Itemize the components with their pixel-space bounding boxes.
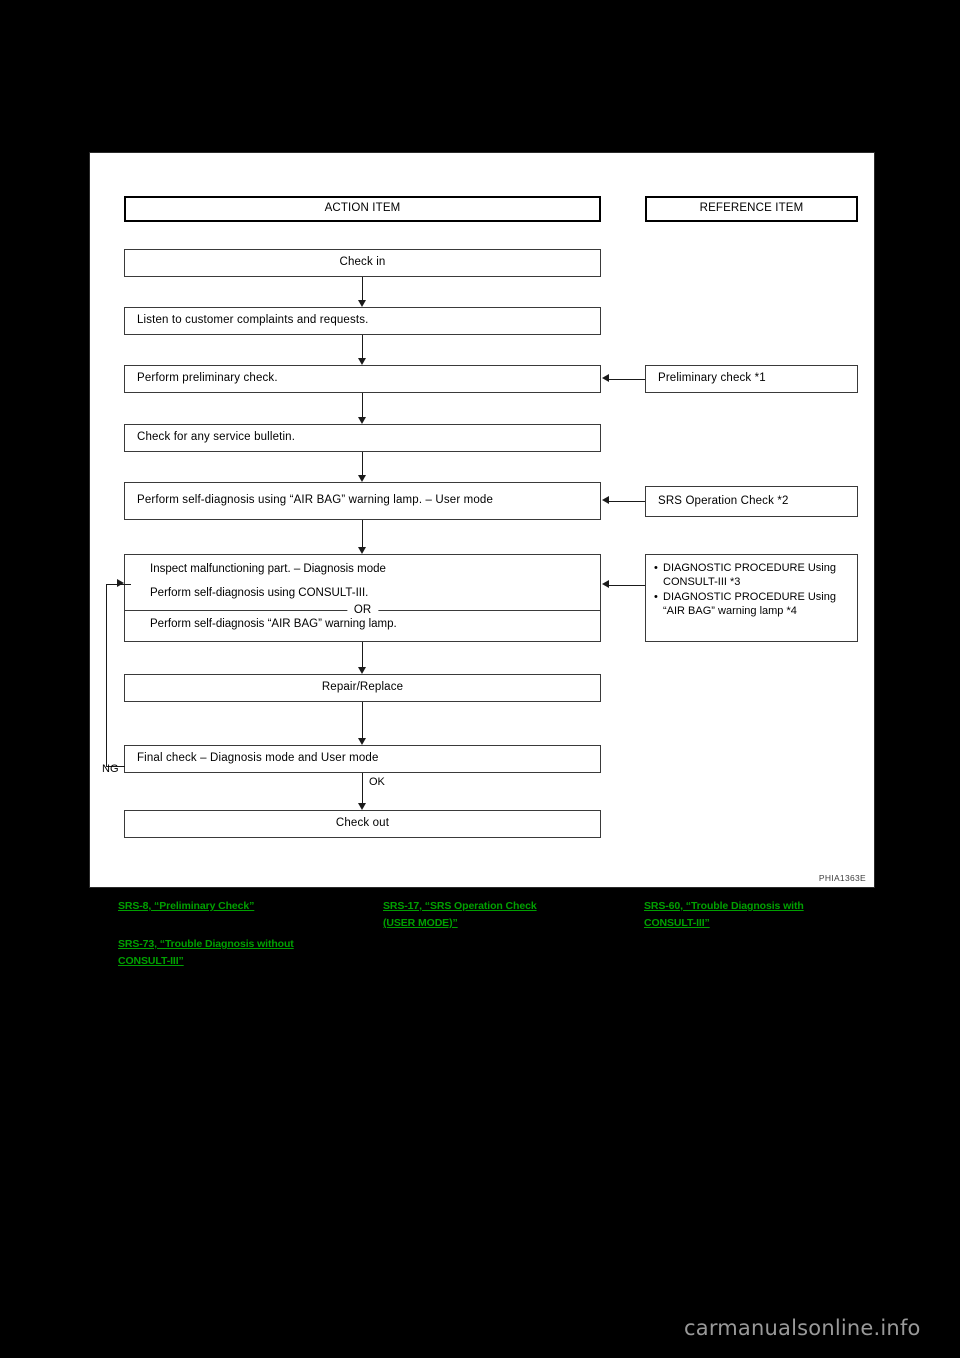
arrow-ref-preliminary-check [602, 374, 609, 382]
arrow-listen-to-preliminary [358, 358, 366, 365]
edge-label-ok: OK [369, 776, 385, 788]
connector-self-diagnosis-to-inspect [362, 520, 363, 547]
reference-bullet-item: DIAGNOSTIC PROCEDURE Using “AIR BAG” war… [654, 590, 851, 619]
action-box-repair-replace-label: Repair/Replace [321, 681, 404, 694]
action-box-listen-complaints-label: Listen to customer complaints and reques… [137, 314, 369, 327]
action-box-preliminary-check: Perform preliminary check. [124, 365, 601, 393]
connector-final-check-to-check-out [362, 773, 363, 803]
action-box-service-bulletin-label: Check for any service bulletin. [137, 431, 296, 444]
arrow-ref-srs-operation-check [602, 496, 609, 504]
reference-link-column-3: SRS-60, “Trouble Diagnosis with CONSULT-… [644, 898, 894, 932]
action-box-final-check: Final check – Diagnosis mode and User mo… [124, 745, 601, 773]
connector-listen-to-preliminary [362, 335, 363, 358]
reference-bullet-text: DIAGNOSTIC PROCEDURE Using CONSULT-III *… [663, 562, 836, 589]
arrow-inspect-to-repair [358, 667, 366, 674]
reference-link-column-2: SRS-17, “SRS Operation Check (USER MODE)… [383, 898, 633, 932]
reference-link-trouble-diagnosis-with-consult[interactable]: SRS-60, “Trouble Diagnosis with CONSULT-… [644, 898, 894, 932]
reference-box-preliminary-check: Preliminary check *1 [645, 365, 858, 393]
reference-bullet-item: DIAGNOSTIC PROCEDURE Using CONSULT-III *… [654, 561, 851, 590]
reference-box-diagnostic-procedure: DIAGNOSTIC PROCEDURE Using CONSULT-III *… [645, 554, 858, 642]
flowchart-diagram: ACTION ITEM REFERENCE ITEM Check in List… [89, 152, 875, 888]
figure-code: PHIA1363E [818, 873, 866, 883]
inspect-line-consult-iii: Perform self-diagnosis using CONSULT-III… [150, 587, 369, 599]
reference-link-srs-operation-check[interactable]: SRS-17, “SRS Operation Check (USER MODE)… [383, 898, 633, 932]
reference-box-srs-operation-check: SRS Operation Check *2 [645, 486, 858, 517]
site-watermark: carmanualsonline.info [684, 1316, 921, 1340]
action-box-listen-complaints: Listen to customer complaints and reques… [124, 307, 601, 335]
arrow-repair-to-final-check [358, 738, 366, 745]
action-box-service-bulletin: Check for any service bulletin. [124, 424, 601, 452]
connector-preliminary-to-bulletin [362, 393, 363, 417]
reference-item-header: REFERENCE ITEM [645, 196, 858, 222]
reference-link-trouble-diagnosis-without-consult[interactable]: SRS-73, “Trouble Diagnosis without CONSU… [118, 936, 368, 970]
action-box-check-out: Check out [124, 810, 601, 838]
reference-bullet-text: DIAGNOSTIC PROCEDURE Using “AIR BAG” war… [663, 590, 836, 618]
connector-ng-vertical [106, 584, 107, 767]
inspect-line-diagnosis-mode: Inspect malfunctioning part. – Diagnosis… [150, 563, 386, 575]
connector-ref-srs-operation-check [609, 501, 645, 502]
connector-ref-diagnostic-procedure [609, 585, 645, 586]
action-box-inspect-malfunctioning-part: Inspect malfunctioning part. – Diagnosis… [124, 554, 601, 642]
action-box-self-diagnosis-user-mode-label: Perform self-diagnosis using “AIR BAG” w… [137, 494, 494, 507]
arrow-final-check-to-check-out [358, 803, 366, 810]
reference-box-preliminary-check-label: Preliminary check *1 [658, 372, 766, 385]
action-box-check-in: Check in [124, 249, 601, 277]
action-box-repair-replace: Repair/Replace [124, 674, 601, 702]
connector-ref-preliminary-check [609, 379, 645, 380]
action-item-header-label: ACTION ITEM [324, 202, 401, 215]
connector-repair-to-final-check [362, 702, 363, 738]
arrow-ng-into-inspect [117, 579, 124, 587]
connector-inspect-to-repair [362, 642, 363, 667]
action-box-check-out-label: Check out [335, 817, 390, 830]
edge-label-ng: NG [102, 763, 119, 775]
connector-bulletin-to-self-diagnosis [362, 452, 363, 475]
connector-check-in-to-listen [362, 277, 363, 300]
arrow-check-in-to-listen [358, 300, 366, 307]
arrow-preliminary-to-bulletin [358, 417, 366, 424]
reference-bullet-list: DIAGNOSTIC PROCEDURE Using CONSULT-III *… [654, 561, 851, 619]
reference-box-srs-operation-check-label: SRS Operation Check *2 [658, 494, 789, 507]
inspect-or-label: OR [346, 603, 379, 617]
action-box-preliminary-check-label: Perform preliminary check. [137, 372, 278, 385]
reference-link-column-1: SRS-8, “Preliminary Check” SRS-73, “Trou… [118, 898, 368, 970]
reference-link-preliminary-check[interactable]: SRS-8, “Preliminary Check” [118, 898, 368, 915]
inspect-line-air-bag-lamp: Perform self-diagnosis “AIR BAG” warning… [150, 618, 397, 630]
action-box-check-in-label: Check in [339, 256, 386, 269]
action-box-final-check-label: Final check – Diagnosis mode and User mo… [137, 752, 379, 765]
arrow-ref-diagnostic-procedure [602, 580, 609, 588]
arrow-bulletin-to-self-diagnosis [358, 475, 366, 482]
action-box-self-diagnosis-user-mode: Perform self-diagnosis using “AIR BAG” w… [124, 482, 601, 520]
action-item-header: ACTION ITEM [124, 196, 601, 222]
arrow-self-diagnosis-to-inspect [358, 547, 366, 554]
reference-item-header-label: REFERENCE ITEM [699, 202, 804, 215]
